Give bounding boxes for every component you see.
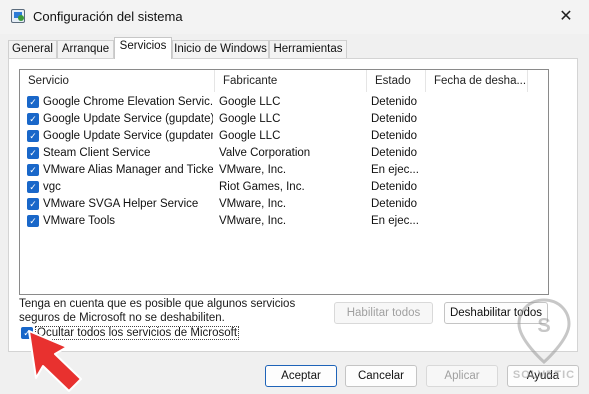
- tab-inicio-windows[interactable]: Inicio de Windows: [172, 40, 269, 58]
- service-status: Detenido: [371, 113, 418, 125]
- service-vendor: Google LLC: [219, 130, 281, 142]
- table-row[interactable]: ✓ VMware SVGA Helper Service VMware, Inc. D…: [20, 196, 548, 213]
- service-checkbox[interactable]: ✓: [27, 147, 39, 159]
- table-row[interactable]: ✓ Google Update Service (gupdate) Google L…: [20, 111, 548, 128]
- accept-button[interactable]: Aceptar: [265, 365, 337, 387]
- service-status: Detenido: [371, 130, 418, 142]
- title-bar: Configuración del sistema ✕: [0, 0, 589, 34]
- table-row[interactable]: ✓ Steam Client Service Valve Corporation De…: [20, 145, 548, 162]
- tab-herramientas[interactable]: Herramientas: [269, 40, 347, 58]
- service-vendor: Riot Games, Inc.: [219, 181, 305, 193]
- service-checkbox[interactable]: ✓: [27, 96, 39, 108]
- service-vendor: VMware, Inc.: [219, 164, 287, 176]
- services-list[interactable]: Servicio Fabricante Estado Fecha de desh…: [19, 69, 549, 295]
- microsoft-services-note: Tenga en cuenta que es posible que algun…: [19, 298, 296, 324]
- service-checkbox[interactable]: ✓: [27, 130, 39, 142]
- service-status: Detenido: [371, 198, 418, 210]
- service-vendor: Google LLC: [219, 113, 281, 125]
- cancel-button[interactable]: Cancelar: [345, 365, 417, 387]
- column-header-vendor[interactable]: Fabricante: [215, 70, 367, 92]
- service-checkbox[interactable]: ✓: [27, 181, 39, 193]
- service-vendor: Valve Corporation: [219, 147, 311, 159]
- svg-text:SOLVETIC: SOLVETIC: [513, 369, 575, 381]
- service-status: En ejec...: [371, 215, 419, 227]
- table-row[interactable]: ✓ VMware Tools VMware, Inc. En ejec...: [20, 213, 548, 230]
- tab-general[interactable]: General: [8, 40, 57, 58]
- column-header-status[interactable]: Estado: [367, 70, 426, 92]
- close-button[interactable]: ✕: [543, 0, 589, 32]
- window-title: Configuración del sistema: [33, 9, 183, 24]
- service-name: Google Chrome Elevation Servic...: [43, 96, 213, 108]
- service-vendor: Google LLC: [219, 96, 281, 108]
- enable-all-button[interactable]: Habilitar todos: [334, 302, 433, 324]
- column-header-service[interactable]: Servicio: [20, 70, 215, 92]
- service-name: VMware Alias Manager and Ticke...: [43, 164, 213, 176]
- table-row[interactable]: ✓ Google Update Service (gupdatem) Google …: [20, 128, 548, 145]
- service-checkbox[interactable]: ✓: [27, 113, 39, 125]
- tab-arranque[interactable]: Arranque: [57, 40, 114, 58]
- system-config-icon: [11, 9, 25, 23]
- service-name: Google Update Service (gupdatem): [43, 130, 213, 142]
- service-checkbox[interactable]: ✓: [27, 164, 39, 176]
- column-header-disabled-date[interactable]: Fecha de desha...: [426, 70, 528, 92]
- service-name: VMware Tools: [43, 215, 116, 227]
- service-vendor: VMware, Inc.: [219, 198, 287, 210]
- list-header: Servicio Fabricante Estado Fecha de desh…: [20, 70, 548, 92]
- service-checkbox[interactable]: ✓: [27, 198, 39, 210]
- table-row[interactable]: ✓ vgc Riot Games, Inc. Detenido: [20, 179, 548, 196]
- apply-button[interactable]: Aplicar: [426, 365, 498, 387]
- service-checkbox[interactable]: ✓: [27, 215, 39, 227]
- service-name: vgc: [43, 181, 61, 193]
- service-name: Steam Client Service: [43, 147, 151, 159]
- solvetic-logo: S SOLVETIC: [513, 298, 575, 381]
- table-row[interactable]: ✓ VMware Alias Manager and Ticke... VMware…: [20, 162, 548, 179]
- red-arrow-icon: [28, 330, 82, 392]
- service-vendor: VMware, Inc.: [219, 215, 287, 227]
- svg-text:S: S: [537, 315, 550, 337]
- service-status: Detenido: [371, 147, 418, 159]
- tab-servicios[interactable]: Servicios: [114, 37, 172, 59]
- service-status: Detenido: [371, 181, 418, 193]
- service-status: Detenido: [371, 96, 418, 108]
- table-row[interactable]: ✓ Google Chrome Elevation Servic... Google…: [20, 94, 548, 111]
- service-status: En ejec...: [371, 164, 419, 176]
- service-name: Google Update Service (gupdate): [43, 113, 213, 125]
- service-name: VMware SVGA Helper Service: [43, 198, 199, 210]
